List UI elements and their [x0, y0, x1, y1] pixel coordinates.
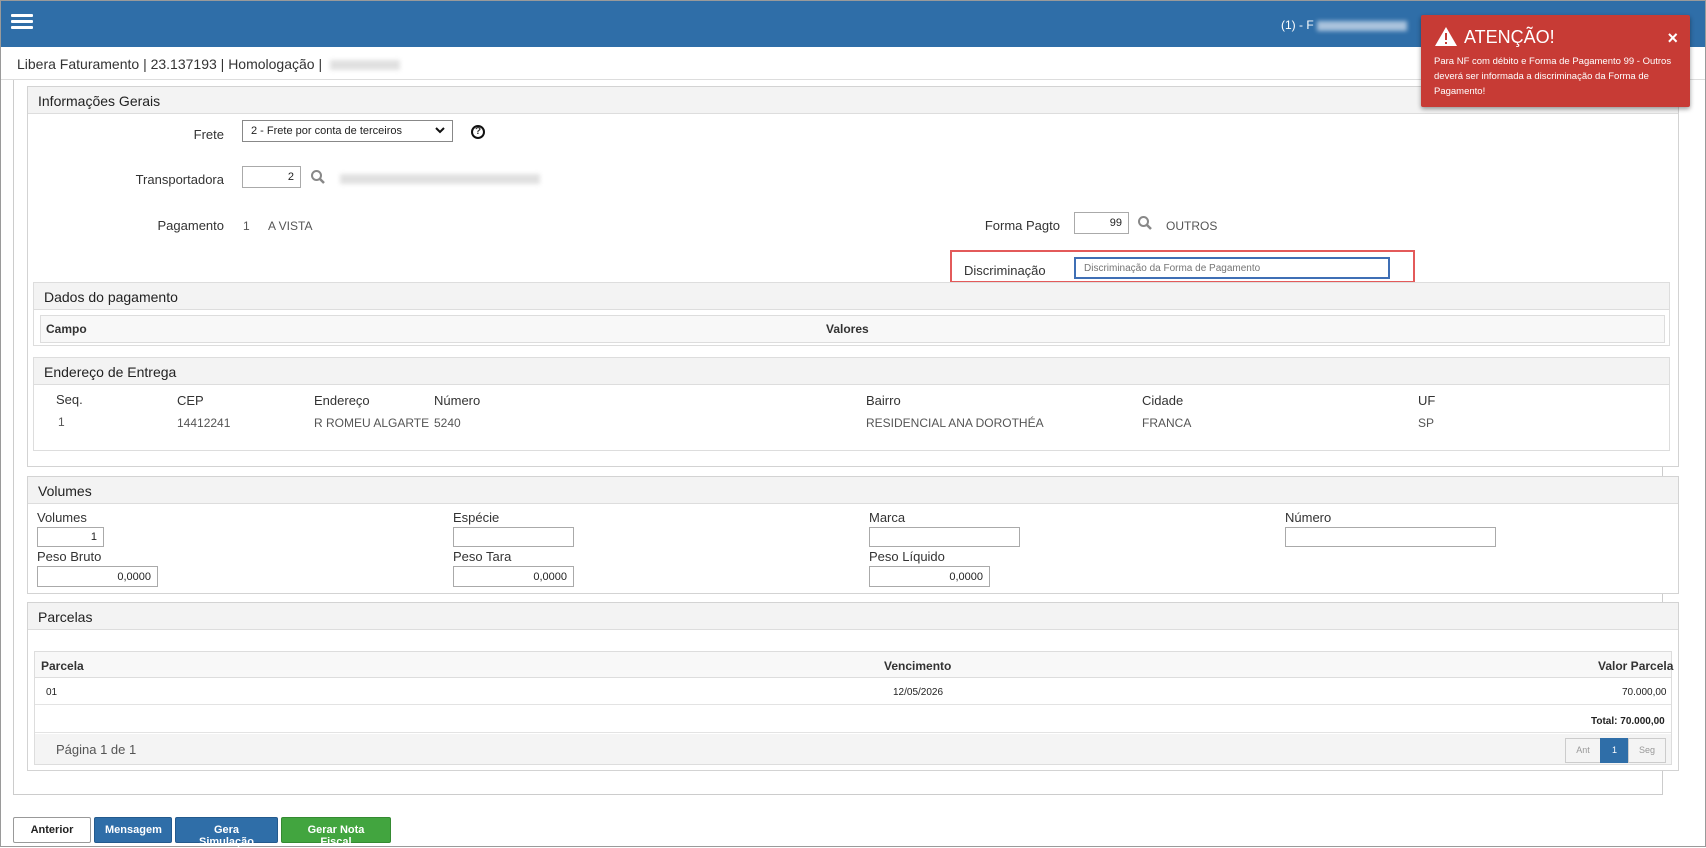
- frete-label: Frete: [193, 127, 224, 142]
- alert-message: Para NF com débito e Forma de Pagamento …: [1434, 56, 1672, 97]
- gerar-nota-fiscal-button[interactable]: Gerar Nota Fiscal: [281, 817, 391, 848]
- discriminacao-label: Discriminação: [964, 263, 1046, 278]
- numero-input[interactable]: [1285, 527, 1496, 547]
- especie-input[interactable]: [453, 527, 574, 547]
- volumes-input[interactable]: 1: [37, 527, 104, 547]
- user-prefix: (1) - F: [1281, 18, 1314, 32]
- table-row: [35, 678, 1671, 705]
- endereco-uf: SP: [1418, 416, 1435, 430]
- search-icon[interactable]: [310, 169, 326, 185]
- menu-icon[interactable]: [11, 14, 33, 30]
- endereco-cep: 14412241: [177, 416, 231, 430]
- parcela-vencimento: 12/05/2026: [893, 687, 944, 698]
- col-vencimento: Vencimento: [884, 659, 952, 673]
- alert-toast: ATENÇÃO! × Para NF com débito e Forma de…: [1421, 15, 1690, 107]
- pagamento-desc: A VISTA: [268, 219, 313, 233]
- pagination-bar: [35, 734, 1671, 764]
- pagamento-code: 1: [243, 219, 250, 233]
- col-campo: Campo: [46, 322, 87, 336]
- col-valor-parcela: Valor Parcela: [1598, 659, 1674, 673]
- pagamento-label: Pagamento: [157, 218, 225, 233]
- header-seq: Seq.: [56, 392, 83, 407]
- header-uf: UF: [1418, 393, 1436, 408]
- dados-pagamento-title: Dados do pagamento: [34, 283, 1669, 310]
- frete-value: 2 - Frete por conta de terceiros: [251, 125, 403, 137]
- gera-simulacao-button[interactable]: Gera Simulação: [175, 817, 278, 848]
- especie-label: Espécie: [453, 510, 500, 525]
- mensagem-button[interactable]: Mensagem: [94, 817, 172, 843]
- header-cep: CEP: [177, 393, 204, 408]
- peso-bruto-input[interactable]: 0,0000: [37, 566, 158, 587]
- close-icon[interactable]: ×: [1667, 28, 1678, 49]
- forma-pagto-input[interactable]: 99: [1074, 212, 1129, 234]
- header-numero: Número: [434, 393, 481, 408]
- redacted-transportadora: [340, 174, 540, 184]
- peso-bruto-label: Peso Bruto: [37, 549, 102, 564]
- redacted-env: [330, 60, 400, 71]
- discriminacao-input[interactable]: [1074, 257, 1390, 279]
- warning-icon: [1434, 26, 1458, 50]
- user-info: (1) - F: [1281, 18, 1408, 32]
- volumes-label: Volumes: [37, 510, 87, 525]
- header-bairro: Bairro: [866, 393, 901, 408]
- endereco-title: Endereço de Entrega: [34, 358, 1669, 385]
- col-parcela: Parcela: [41, 659, 84, 673]
- peso-liquido-label: Peso Líquido: [869, 549, 945, 564]
- anterior-button[interactable]: Anterior: [13, 817, 91, 843]
- header-cidade: Cidade: [1142, 393, 1184, 408]
- redacted-user: [1317, 20, 1408, 31]
- header-endereco: Endereço: [314, 393, 370, 408]
- alert-title: ATENÇÃO!: [1464, 27, 1555, 47]
- frete-select[interactable]: 2 - Frete por conta de terceiros: [242, 120, 453, 142]
- search-icon[interactable]: [1137, 215, 1153, 231]
- pager-page-1[interactable]: 1: [1600, 738, 1629, 763]
- peso-tara-input[interactable]: 0,0000: [453, 566, 574, 587]
- forma-pagto-desc: OUTROS: [1166, 219, 1218, 233]
- parcela-num: 01: [46, 687, 58, 698]
- endereco-bairro: RESIDENCIAL ANA DOROTHÉA: [866, 416, 1044, 430]
- peso-liquido-input[interactable]: 0,0000: [869, 566, 990, 587]
- pager-next[interactable]: Seg: [1628, 738, 1666, 763]
- chevron-down-icon: [434, 124, 446, 139]
- marca-input[interactable]: [869, 527, 1020, 547]
- endereco-endereco: R ROMEU ALGARTE: [314, 416, 430, 430]
- parcelas-header-row: [35, 652, 1671, 678]
- pager-prev[interactable]: Ant: [1565, 738, 1601, 763]
- endereco-seq: 1: [58, 415, 65, 429]
- peso-tara-label: Peso Tara: [453, 549, 512, 564]
- breadcrumb: Libera Faturamento | 23.137193 | Homolog…: [17, 56, 400, 72]
- volumes-title: Volumes: [28, 477, 1678, 504]
- page-info: Página 1 de 1: [56, 742, 137, 757]
- parcelas-total: Total: 70.000,00: [1591, 716, 1665, 727]
- col-valores: Valores: [826, 322, 869, 336]
- endereco-numero: 5240: [434, 416, 461, 430]
- total-row: [35, 706, 1671, 733]
- numero-label: Número: [1285, 510, 1332, 525]
- transportadora-input[interactable]: 2: [242, 166, 301, 188]
- breadcrumb-text: Libera Faturamento | 23.137193 | Homolog…: [17, 56, 323, 72]
- forma-pagto-label: Forma Pagto: [984, 218, 1060, 233]
- parcelas-title: Parcelas: [28, 603, 1678, 630]
- help-icon[interactable]: ?: [471, 125, 485, 139]
- marca-label: Marca: [869, 510, 906, 525]
- parcela-valor: 70.000,00: [1622, 687, 1667, 698]
- transportadora-label: Transportadora: [135, 172, 224, 187]
- endereco-cidade: FRANCA: [1142, 416, 1192, 430]
